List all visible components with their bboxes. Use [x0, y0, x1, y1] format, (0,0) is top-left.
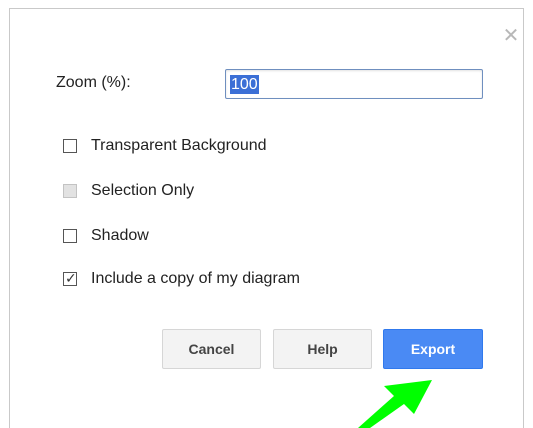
zoom-input[interactable]: 100	[225, 69, 483, 99]
transparent-background-checkbox[interactable]	[63, 139, 77, 153]
pointer-arrow-icon	[358, 380, 432, 428]
shadow-label: Shadow	[91, 227, 149, 244]
selection-only-checkbox	[63, 184, 77, 198]
selection-only-option: Selection Only	[63, 179, 194, 203]
cancel-button[interactable]: Cancel	[162, 329, 261, 369]
close-icon[interactable]: ✕	[499, 24, 523, 48]
include-copy-label: Include a copy of my diagram	[91, 270, 300, 287]
transparent-background-option[interactable]: Transparent Background	[63, 134, 267, 158]
export-button[interactable]: Export	[383, 329, 483, 369]
zoom-value: 100	[230, 74, 259, 94]
zoom-label: Zoom (%):	[56, 74, 131, 91]
include-copy-option[interactable]: ✓ Include a copy of my diagram	[63, 267, 300, 291]
include-copy-checkbox[interactable]: ✓	[63, 270, 77, 286]
checkmark-icon: ✓	[65, 270, 77, 286]
selection-only-label: Selection Only	[91, 182, 195, 199]
shadow-option[interactable]: Shadow	[63, 224, 149, 248]
shadow-checkbox[interactable]	[63, 229, 77, 243]
transparent-background-label: Transparent Background	[91, 137, 267, 154]
help-button[interactable]: Help	[273, 329, 372, 369]
